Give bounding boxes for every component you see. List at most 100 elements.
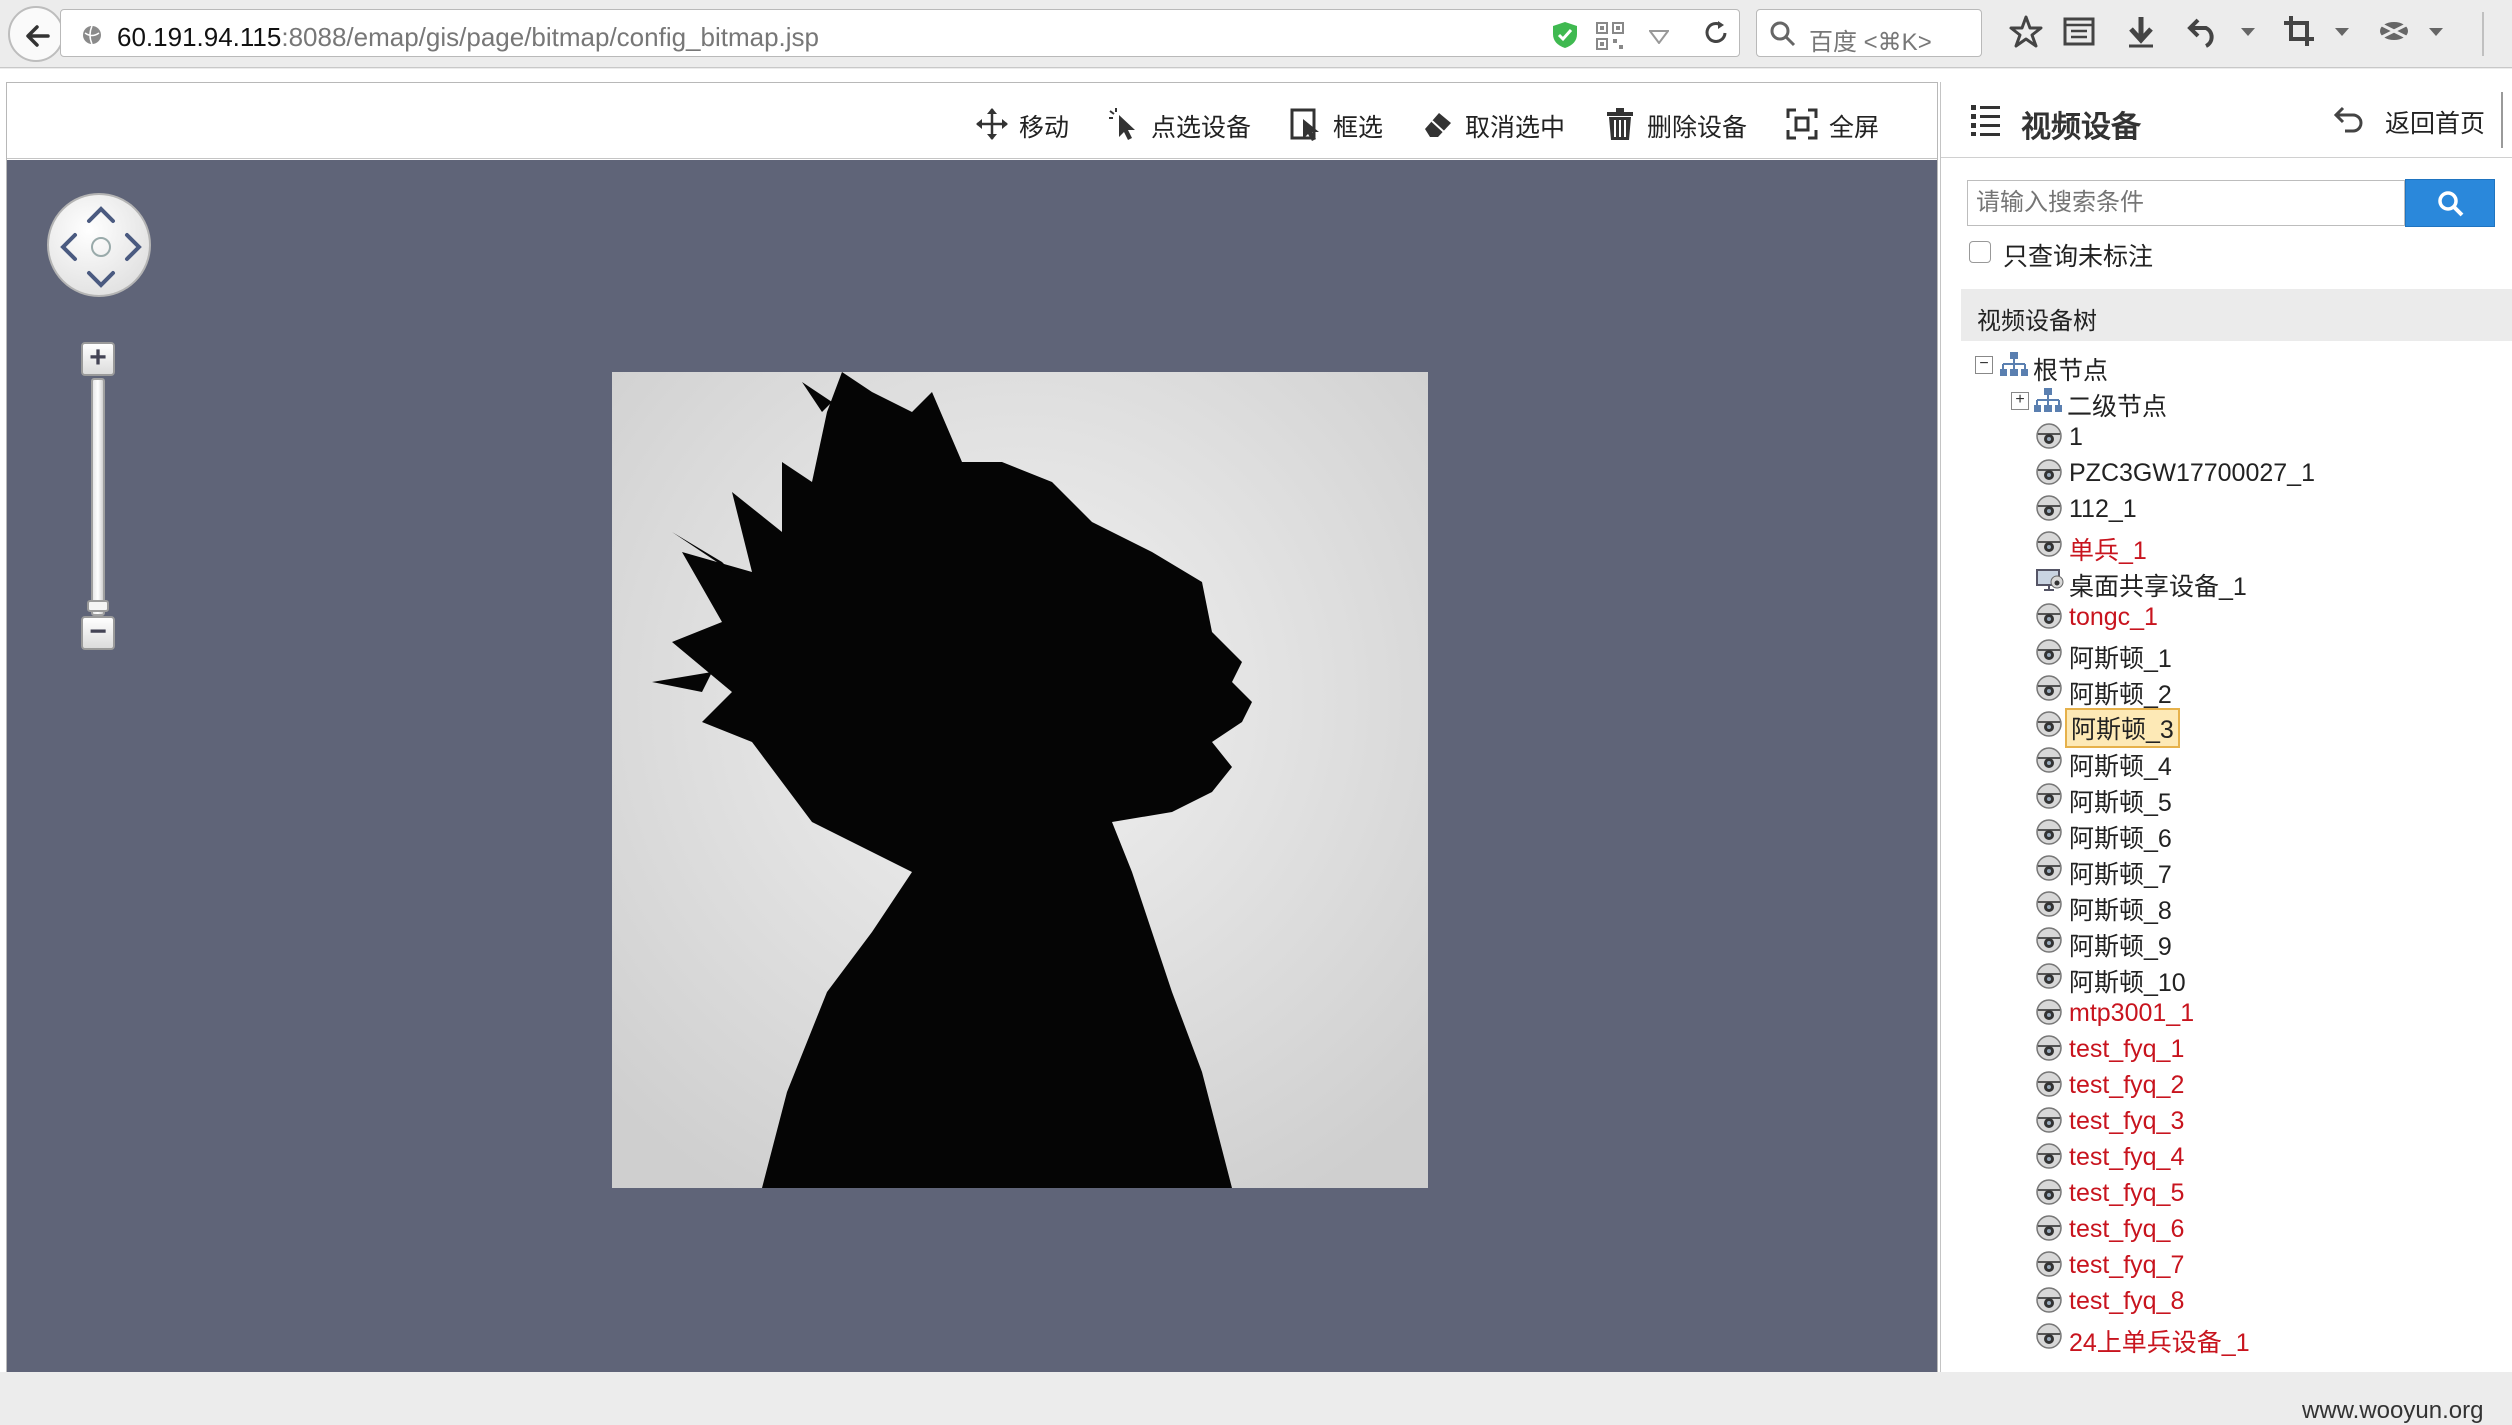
tree-device-label: test_fyq_1	[2069, 1035, 2185, 1063]
return-arrow-icon[interactable]	[2333, 104, 2367, 134]
extension-icon[interactable]	[2376, 14, 2412, 48]
move-button[interactable]: 移动	[975, 105, 1085, 142]
tree-device-label: 阿斯顿_9	[2069, 933, 2172, 961]
shield-icon[interactable]	[1551, 20, 1579, 50]
url-host: 60.191.94.115	[117, 22, 282, 52]
qr-code-icon[interactable]	[1596, 22, 1624, 50]
camera-icon	[2035, 458, 2063, 491]
device-search-input[interactable]	[1967, 180, 2405, 226]
camera-icon	[2035, 746, 2063, 779]
panel-title: 视频设备	[2021, 111, 2141, 144]
tree-device-label: 阿斯顿_7	[2069, 861, 2172, 889]
camera-icon	[2035, 1142, 2063, 1175]
fullscreen-icon	[1786, 108, 1818, 140]
camera-icon	[2035, 1070, 2063, 1103]
dropdown-triangle-icon[interactable]	[1649, 30, 1669, 44]
delete-device-label: 删除设备	[1647, 114, 1748, 142]
undo-icon[interactable]	[2186, 14, 2220, 48]
bookmark-star-icon[interactable]	[2008, 14, 2044, 50]
map-canvas[interactable]: + −	[7, 160, 1937, 1372]
box-select-button[interactable]: 框选	[1289, 105, 1399, 142]
zoom-out-button[interactable]: −	[81, 616, 115, 650]
expand-toggle[interactable]: +	[2011, 392, 2029, 410]
map-pane: 移动 点选设备 框选 取消选中 删除设备 全屏 + −	[6, 82, 1938, 1372]
zoom-slider-handle[interactable]	[87, 600, 109, 612]
camera-icon	[2035, 782, 2063, 815]
camera-icon	[2035, 1034, 2063, 1067]
tree-device-label: test_fyq_7	[2069, 1251, 2185, 1279]
browser-toolbar: 60.191.94.115:8088/emap/gis/page/bitmap/…	[0, 0, 2512, 68]
zoom-slider[interactable]	[91, 378, 105, 616]
device-panel: 视频设备 返回首页 只查询未标注 视频设备树 −	[1940, 82, 2512, 1372]
tree-device-label: 阿斯顿_8	[2069, 897, 2172, 925]
eraser-icon	[1425, 113, 1451, 137]
tree-device-label: 单兵_1	[2069, 537, 2147, 565]
crop-icon[interactable]	[2282, 14, 2316, 48]
chevron-down-icon[interactable]	[2240, 26, 2256, 38]
device-tree: − 根节点 + 二级节点 1 PZC3GW17700027_1 112_1 单兵_1 桌…	[1941, 348, 2512, 1372]
tree-node-label: 根节点	[2033, 357, 2109, 385]
map-toolbar: 移动 点选设备 框选 取消选中 删除设备 全屏	[7, 83, 1937, 159]
address-bar[interactable]: 60.191.94.115:8088/emap/gis/page/bitmap/…	[60, 9, 1740, 57]
camera-icon	[2035, 1322, 2063, 1355]
back-arrow-icon	[26, 25, 50, 47]
tree-device-label: 1	[2069, 423, 2083, 451]
point-select-button[interactable]: 点选设备	[1107, 105, 1267, 142]
search-icon	[2438, 191, 2464, 217]
trash-icon	[1607, 108, 1633, 140]
reload-icon[interactable]	[1701, 18, 1731, 48]
network-node-icon	[2034, 388, 2062, 412]
chevron-down-icon[interactable]	[2334, 26, 2350, 38]
pan-control[interactable]	[47, 193, 151, 297]
pointer-click-icon	[1109, 108, 1135, 140]
tree-device-label: 24上单兵设备_1	[2069, 1329, 2250, 1357]
delete-device-button[interactable]: 删除设备	[1603, 105, 1763, 142]
tree-device-label: mtp3001_1	[2069, 999, 2195, 1027]
tree-device-label: test_fyq_6	[2069, 1215, 2185, 1243]
chevron-down-icon[interactable]	[2428, 26, 2444, 38]
tree-device-label: 阿斯顿_10	[2069, 969, 2186, 997]
reading-list-icon[interactable]	[2062, 14, 2096, 48]
panel-header: 视频设备 返回首页	[1941, 82, 2512, 158]
camera-icon	[2035, 638, 2063, 671]
search-icon	[1770, 21, 1796, 47]
camera-icon	[2035, 1106, 2063, 1139]
download-icon[interactable]	[2124, 14, 2158, 50]
panel-collapse-handle[interactable]	[2501, 92, 2512, 148]
return-home-button[interactable]: 返回首页	[2385, 104, 2485, 140]
move-label: 移动	[1019, 114, 1070, 142]
camera-icon	[2035, 1214, 2063, 1247]
tree-device-label: 112_1	[2069, 495, 2137, 523]
checkbox-box[interactable]	[1969, 241, 1991, 263]
cancel-select-button[interactable]: 取消选中	[1421, 105, 1581, 142]
map-bitmap-image	[612, 372, 1428, 1188]
tree-device-label: 阿斯顿_5	[2069, 789, 2172, 817]
zoom-in-button[interactable]: +	[81, 342, 115, 376]
tree-device-label: 阿斯顿_6	[2069, 825, 2172, 853]
tree-device-label: test_fyq_4	[2069, 1143, 2185, 1171]
tree-device-label: test_fyq_8	[2069, 1287, 2185, 1315]
camera-icon	[2035, 1250, 2063, 1283]
back-button[interactable]	[8, 6, 64, 62]
camera-icon	[2035, 998, 2063, 1031]
fullscreen-button[interactable]: 全屏	[1785, 105, 1895, 142]
tree-device-label: PZC3GW17700027_1	[2069, 459, 2315, 487]
tree-device-label: test_fyq_2	[2069, 1071, 2185, 1099]
only-unmarked-checkbox[interactable]: 只查询未标注	[1969, 234, 2309, 271]
url-path: :8088/emap/gis/page/bitmap/config_bitmap…	[281, 22, 820, 52]
desktop-camera-icon	[2035, 566, 2065, 599]
cancel-select-label: 取消选中	[1465, 114, 1566, 142]
device-tree-header: 视频设备树	[1961, 289, 2512, 341]
device-search-button[interactable]	[2405, 179, 2495, 227]
tree-device-label: test_fyq_5	[2069, 1179, 2185, 1207]
point-select-label: 点选设备	[1151, 114, 1252, 142]
device-tree-title: 视频设备树	[1977, 308, 2097, 335]
tree-device-label: 阿斯顿_3	[2065, 708, 2180, 748]
browser-search-box[interactable]: 百度 <⌘K>	[1756, 9, 1982, 57]
camera-icon	[2035, 1178, 2063, 1211]
list-icon	[1971, 105, 2000, 136]
fullscreen-label: 全屏	[1829, 114, 1880, 142]
collapse-toggle[interactable]: −	[1975, 356, 1993, 374]
camera-icon	[2035, 926, 2063, 959]
url-text: 60.191.94.115:8088/emap/gis/page/bitmap/…	[117, 22, 819, 53]
